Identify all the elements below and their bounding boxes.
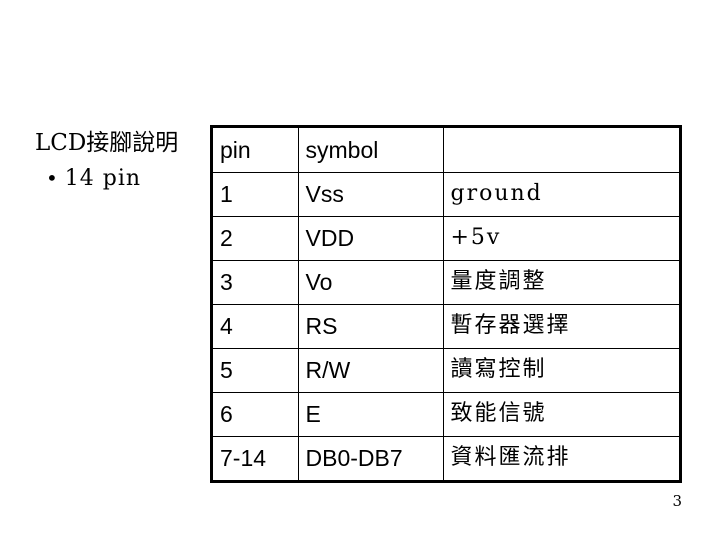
bullet-dot-icon: • <box>46 166 58 190</box>
cell-symbol: E <box>297 391 444 437</box>
column-header-symbol: symbol <box>297 128 444 173</box>
table-row: 6 E 致能信號 <box>213 391 679 437</box>
cell-desc: 量度調整 <box>442 259 679 305</box>
cell-desc: 資料匯流排 <box>442 435 679 480</box>
cell-desc: 致能信號 <box>442 391 679 437</box>
table-row: 4 RS 暫存器選擇 <box>213 303 679 349</box>
column-header-desc <box>442 128 679 173</box>
cell-desc: 暫存器選擇 <box>442 303 679 349</box>
cell-symbol: Vo <box>297 259 444 305</box>
table-header-row: pin symbol <box>213 128 679 173</box>
table-row: 3 Vo 量度調整 <box>213 259 679 305</box>
cell-pin: 2 <box>213 215 299 261</box>
cell-symbol: RS <box>297 303 444 349</box>
pin-assignment-table: pin symbol 1 Vss ground 2 VDD +5v 3 Vo 量… <box>213 128 679 480</box>
cell-pin: 7-14 <box>213 435 299 480</box>
cell-desc: 讀寫控制 <box>442 347 679 393</box>
page-number: 3 <box>672 492 682 510</box>
cell-desc: ground <box>442 171 679 217</box>
cell-pin: 1 <box>213 171 299 217</box>
cell-symbol: Vss <box>297 171 444 217</box>
cell-pin: 5 <box>213 347 299 393</box>
cell-desc: +5v <box>442 215 679 261</box>
cell-pin: 6 <box>213 391 299 437</box>
table-row: 7-14 DB0-DB7 資料匯流排 <box>213 435 679 480</box>
caption-block: LCD接腳說明 • 14 pin <box>30 128 210 193</box>
caption-title: LCD接腳說明 <box>35 130 179 156</box>
pin-table-container: pin symbol 1 Vss ground 2 VDD +5v 3 Vo 量… <box>210 125 682 483</box>
caption-bullet-item: • 14 pin <box>30 164 210 193</box>
cell-symbol: DB0-DB7 <box>297 435 444 480</box>
cell-pin: 3 <box>213 259 299 305</box>
cell-pin: 4 <box>213 303 299 349</box>
cell-symbol: VDD <box>297 215 444 261</box>
table-row: 2 VDD +5v <box>213 215 679 261</box>
caption-bullet-label: 14 pin <box>64 166 142 191</box>
slide-canvas: LCD接腳說明 • 14 pin pin symbol 1 Vss ground… <box>0 0 720 540</box>
column-header-pin: pin <box>213 128 299 173</box>
table-row: 5 R/W 讀寫控制 <box>213 347 679 393</box>
table-row: 1 Vss ground <box>213 171 679 217</box>
cell-symbol: R/W <box>297 347 444 393</box>
